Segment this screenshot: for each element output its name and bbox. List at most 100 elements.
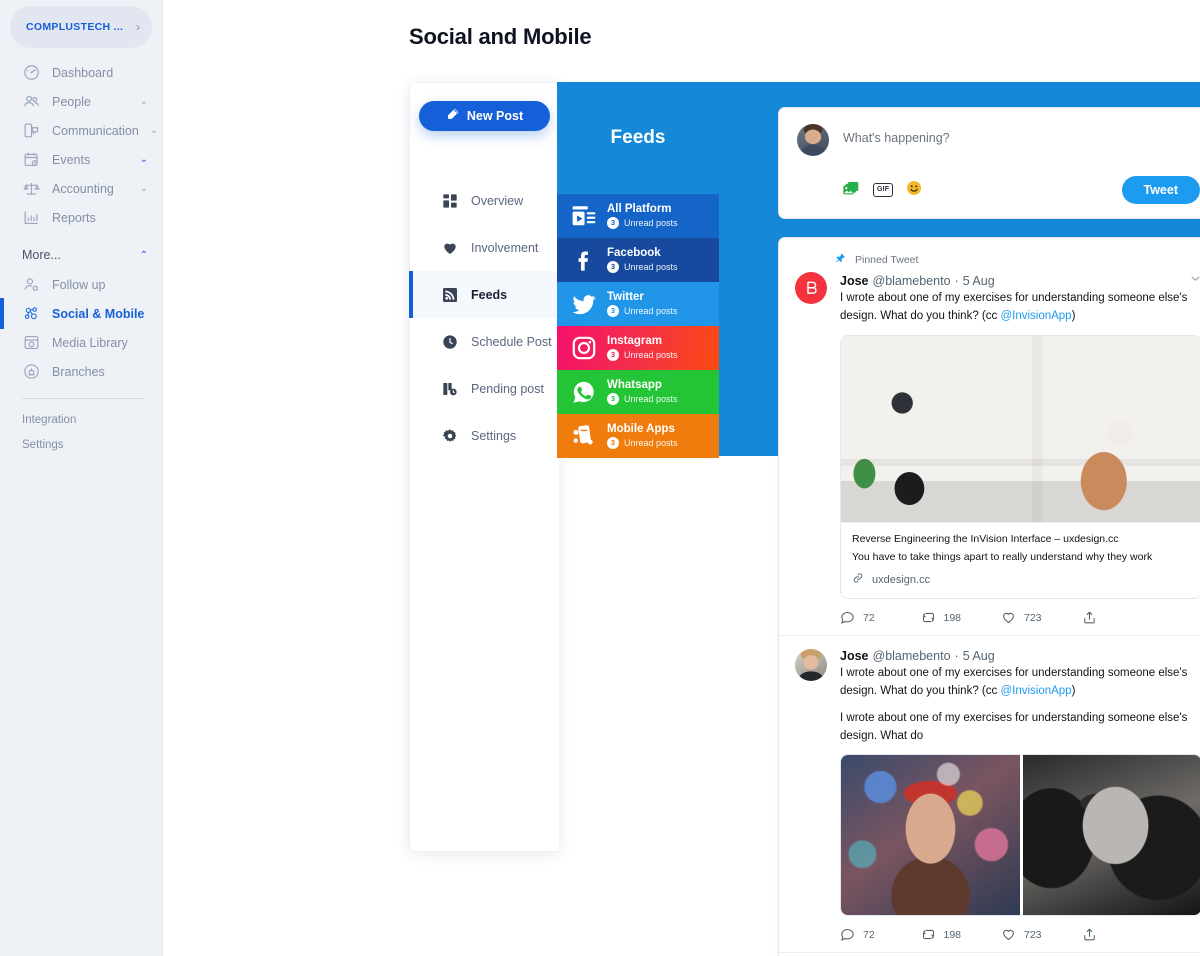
org-switcher[interactable]: COMPLUSTECH ... › [10, 6, 152, 48]
feed-tile-instagram[interactable]: Instagram 3 Unread posts [557, 326, 719, 370]
new-post-button[interactable]: New Post [419, 101, 550, 131]
tile-name: All Platform [607, 203, 672, 216]
sidebar-item-follow-up[interactable]: Follow up [0, 270, 162, 299]
tweet-separator: · [954, 274, 959, 288]
share-action[interactable] [1082, 927, 1163, 942]
tweet-handle: @blamebento [872, 649, 951, 664]
tile-text: Mobile Apps 3 Unread posts [607, 423, 678, 449]
tweet-link-card[interactable]: Reverse Engineering the InVision Interfa… [840, 334, 1200, 600]
panel-label: Involvement [471, 240, 539, 255]
sidebar-label: Accounting [52, 181, 114, 196]
panel-item-overview[interactable]: Overview [410, 177, 559, 224]
reply-action[interactable]: 72 [840, 927, 921, 942]
avatar [795, 272, 827, 304]
sidebar-item-reports[interactable]: Reports [0, 203, 162, 232]
sidebar-item-people[interactable]: People ⌄ [0, 87, 162, 116]
chevron-down-icon[interactable] [1189, 272, 1200, 288]
tile-text: All Platform 3 Unread posts [607, 203, 678, 229]
mention-link[interactable]: @InvisionApp [1000, 685, 1071, 697]
mention-link[interactable]: @InvisionApp [1000, 310, 1071, 322]
media-icon[interactable] [843, 180, 860, 200]
retweet-action[interactable]: 198 [921, 610, 1002, 625]
panel-item-involvement[interactable]: Involvement [410, 224, 559, 271]
panel-item-pending-post[interactable]: Pending post [410, 365, 559, 412]
sidebar-more-toggle[interactable]: More... ⌃ [0, 240, 162, 270]
sidebar: COMPLUSTECH ... › Dashboard People ⌄ Com… [0, 0, 163, 956]
sidebar-item-dashboard[interactable]: Dashboard [0, 58, 162, 87]
unread-badge: 3 [607, 392, 619, 405]
sidebar-item-accounting[interactable]: Accounting ⌄ [0, 174, 162, 203]
like-action[interactable]: 723 [1001, 927, 1082, 942]
sidebar-label: Communication [52, 123, 139, 138]
more-label: More... [22, 248, 61, 262]
tweet-image [841, 335, 1200, 522]
sidebar-item-media-library[interactable]: Media Library [0, 328, 162, 357]
sidebar-item-events[interactable]: Events ⌄ [0, 145, 162, 174]
retweet-action[interactable]: 198 [921, 927, 1002, 942]
gif-icon[interactable]: GIF [873, 183, 894, 197]
panel-item-settings[interactable]: Settings [410, 412, 559, 459]
tile-name: Whatsapp [607, 379, 662, 392]
feed-tile-facebook[interactable]: Facebook 3 Unread posts [557, 238, 719, 282]
chevron-down-icon: ⌄ [139, 96, 148, 107]
share-action[interactable] [1082, 610, 1163, 625]
feed-tile-whatsapp[interactable]: Whatsapp 3 Unread posts [557, 370, 719, 414]
tweet-text-after: ) [1071, 684, 1076, 697]
sidebar-item-settings[interactable]: Settings [0, 432, 162, 457]
emoji-icon[interactable] [906, 180, 922, 201]
panel-label: Feeds [471, 287, 508, 302]
sidebar-item-integration[interactable]: Integration [0, 407, 162, 432]
facebook-icon [571, 247, 597, 273]
pin-icon [835, 251, 846, 269]
tile-name: Facebook [607, 247, 661, 260]
tile-sub: Unread posts [624, 437, 678, 448]
feeds-title: Feeds [557, 82, 719, 194]
tweet-item: Pinned Tweet Jose @blamebento · 5 Aug I … [779, 238, 1200, 637]
panel-nav: Overview Involvement Feeds Schedule Post… [409, 177, 559, 459]
panel-label: Overview [471, 193, 524, 208]
composer-top: What's happening? [797, 124, 1200, 156]
chevron-down-icon: ⌄ [149, 125, 159, 136]
reply-action[interactable]: 72 [840, 610, 921, 625]
tweet-handle: @blamebento [872, 274, 951, 288]
tile-text: Twitter 3 Unread posts [607, 291, 678, 317]
page-title: Social and Mobile [409, 24, 592, 49]
composer-icons: GIF [843, 180, 922, 201]
tweet-actions: 72 198 723 [840, 610, 1200, 625]
tweet-author: Jose [840, 649, 869, 664]
sidebar-label: People [52, 94, 91, 109]
composer-input[interactable]: What's happening? [843, 124, 950, 145]
link-description: You have to take things apart to really … [852, 551, 1153, 564]
like-action[interactable]: 723 [1001, 610, 1082, 625]
compose-icon [446, 107, 460, 126]
app-root: COMPLUSTECH ... › Dashboard People ⌄ Com… [0, 0, 1200, 956]
tile-meta: 3 Unread posts [607, 436, 678, 449]
feed-tile-all-platform[interactable]: All Platform 3 Unread posts [557, 194, 719, 238]
follow-up-icon [22, 275, 41, 294]
branches-icon [22, 362, 41, 381]
events-icon [22, 150, 41, 169]
link-url[interactable]: uxdesign.cc [872, 574, 930, 586]
tile-meta: 3 Unread posts [607, 304, 678, 317]
panel-sidebar: New Post Overview Involvement Feeds Sche… [409, 82, 559, 852]
sidebar-divider [22, 398, 144, 399]
tweet-text: I wrote about one of my exercises for un… [840, 290, 1200, 326]
feed-tile-mobile-apps[interactable]: Mobile Apps 3 Unread posts [557, 414, 719, 458]
tweet-author: Jose [840, 274, 869, 288]
panel-item-feeds[interactable]: Feeds [409, 271, 559, 318]
sidebar-label: Reports [52, 210, 96, 225]
tweet-image-pair[interactable] [840, 754, 1200, 917]
tweet-button[interactable]: Tweet [1121, 176, 1200, 204]
tweet-date: 5 Aug [962, 274, 995, 288]
sidebar-item-communication[interactable]: Communication ⌄ [0, 116, 162, 145]
tile-sub: Unread posts [624, 217, 678, 228]
clock-icon [442, 334, 458, 350]
tweet-separator: · [954, 649, 959, 664]
tile-sub: Unread posts [624, 261, 678, 272]
panel-item-schedule-post[interactable]: Schedule Post [410, 318, 559, 365]
sidebar-item-branches[interactable]: Branches [0, 357, 162, 386]
media-library-icon [22, 333, 41, 352]
communication-icon [22, 121, 41, 140]
sidebar-item-social-mobile[interactable]: Social & Mobile [0, 298, 162, 329]
feed-tile-twitter[interactable]: Twitter 3 Unread posts [557, 282, 719, 326]
